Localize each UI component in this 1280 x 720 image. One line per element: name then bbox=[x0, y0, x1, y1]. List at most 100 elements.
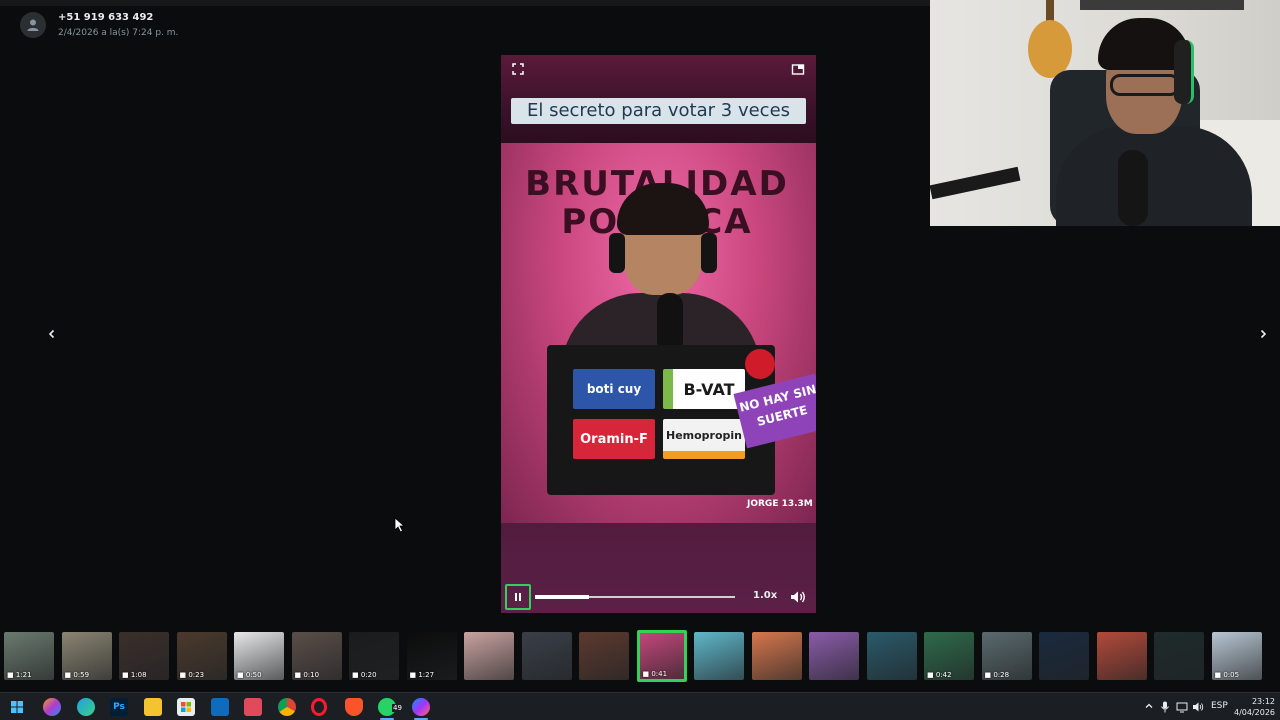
media-thumbnail[interactable] bbox=[464, 632, 514, 680]
next-button[interactable] bbox=[1255, 326, 1271, 342]
start-button[interactable] bbox=[8, 698, 26, 716]
volume-button[interactable] bbox=[789, 589, 807, 605]
media-thumbnail[interactable] bbox=[521, 632, 572, 680]
pause-button[interactable] bbox=[505, 584, 531, 610]
video-controls: 1.0x bbox=[501, 583, 816, 613]
webcam-microphone bbox=[1118, 150, 1148, 226]
media-thumbnail[interactable]: ■ 1:08 bbox=[119, 632, 169, 680]
thumbnail-duration: ■ 0:20 bbox=[352, 671, 377, 679]
language-indicator[interactable]: ESP bbox=[1211, 701, 1228, 711]
thumbnail-duration: ■ 0:10 bbox=[294, 671, 320, 679]
top-divider bbox=[0, 0, 930, 6]
video-headset-left bbox=[609, 233, 625, 273]
thumbnail-duration: ■ 0:41 bbox=[642, 670, 668, 678]
video-watermark: JORGE 13.3M bbox=[747, 499, 813, 509]
volume-icon bbox=[791, 591, 805, 603]
video-microphone bbox=[657, 293, 683, 353]
video-frame: BRUTALIDAD POLITICA boti cuy B-VAT Orami… bbox=[501, 143, 816, 523]
app-icon[interactable] bbox=[244, 698, 262, 716]
network-tray-button[interactable] bbox=[1176, 701, 1188, 716]
volume-tray-button[interactable] bbox=[1192, 701, 1204, 716]
media-thumbnail[interactable]: ■ 0:05 bbox=[1211, 632, 1262, 680]
system-clock[interactable]: 23:12 4/04/2026 bbox=[1234, 696, 1275, 718]
sender-datetime: 2/4/2026 a la(s) 7:24 p. m. bbox=[58, 28, 179, 38]
media-thumbnail[interactable]: ■ 0:23 bbox=[176, 632, 227, 680]
thumbnail-duration: ■ 1:08 bbox=[122, 671, 147, 679]
thumbnail-duration: ■ 0:28 bbox=[984, 671, 1010, 679]
windows-start-icon bbox=[11, 701, 23, 713]
photoshop-icon[interactable]: Ps bbox=[110, 698, 128, 716]
video-headset-right bbox=[701, 233, 717, 273]
thumbnail-duration: ■ 0:50 bbox=[237, 671, 262, 679]
webcam-shelf bbox=[1080, 0, 1244, 10]
chevron-left-icon bbox=[48, 329, 55, 339]
thumbnail-duration: ■ 0:59 bbox=[64, 671, 90, 679]
media-thumbnail[interactable]: ■ 0:20 bbox=[349, 632, 399, 680]
media-thumbnail[interactable] bbox=[694, 632, 744, 680]
clock-date: 4/04/2026 bbox=[1234, 708, 1276, 717]
webcam-guitar bbox=[1028, 20, 1072, 78]
microphone-tray-button[interactable] bbox=[1160, 701, 1170, 716]
media-thumbnail[interactable] bbox=[579, 632, 629, 680]
avatar[interactable] bbox=[20, 12, 46, 38]
seek-bar-progress bbox=[535, 595, 589, 599]
opera-icon[interactable] bbox=[311, 698, 327, 716]
webcam-mic-arm bbox=[930, 166, 1021, 200]
pause-icon bbox=[515, 593, 521, 601]
mouse-cursor bbox=[394, 517, 406, 538]
media-thumbnail[interactable] bbox=[1154, 632, 1204, 680]
person-icon bbox=[27, 19, 39, 31]
media-thumbnail[interactable] bbox=[809, 632, 859, 680]
video-sticker-oramin: Oramin-F bbox=[573, 419, 655, 459]
thumbnail-duration: ■ 1:27 bbox=[409, 671, 435, 679]
chevron-right-icon bbox=[1260, 329, 1267, 339]
video-sticker-boticuy: boti cuy bbox=[573, 369, 655, 409]
network-icon bbox=[1176, 702, 1188, 713]
microphone-icon bbox=[1161, 701, 1169, 713]
sender-name: +51 919 633 492 bbox=[58, 12, 154, 23]
file-explorer-icon[interactable] bbox=[144, 698, 162, 716]
media-thumbnail[interactable]: ■ 0:10 bbox=[291, 632, 342, 680]
thumbnail-duration: ■ 1:21 bbox=[7, 671, 32, 679]
tray-expand-button[interactable] bbox=[1144, 701, 1154, 714]
playback-speed-button[interactable]: 1.0x bbox=[753, 590, 777, 601]
store-bag-icon bbox=[181, 702, 191, 712]
video-player[interactable]: El secreto para votar 3 veces BRUTALIDAD… bbox=[501, 55, 816, 613]
previous-button[interactable] bbox=[44, 326, 60, 342]
media-thumbnail[interactable]: ■ 0:50 bbox=[234, 632, 284, 680]
thumbnail-duration: ■ 0:42 bbox=[927, 671, 952, 679]
video-red-sticker bbox=[745, 349, 775, 379]
copilot-icon[interactable] bbox=[43, 698, 61, 716]
chrome-icon[interactable] bbox=[278, 698, 296, 716]
webcam-headphones bbox=[1174, 40, 1194, 104]
seek-bar[interactable] bbox=[535, 595, 735, 599]
video-sticker-bvat: B-VAT bbox=[663, 369, 745, 409]
media-thumbnail[interactable] bbox=[1039, 632, 1089, 680]
outlook-icon[interactable] bbox=[211, 698, 229, 716]
store-icon[interactable] bbox=[177, 698, 195, 716]
whatsapp-unread-badge: 49 bbox=[392, 704, 403, 712]
media-thumbnail[interactable]: ■ 0:28 bbox=[981, 632, 1032, 680]
media-thumbnail-strip: ■ 1:21 ■ 0:59 ■ 1:08 ■ 0:23 ■ 0:50 ■ 0:10 ■ 0:… bbox=[0, 630, 1280, 684]
media-thumbnail[interactable]: ■ 1:21 bbox=[4, 632, 54, 680]
webcam-overlay bbox=[930, 0, 1280, 226]
media-thumbnail[interactable] bbox=[1096, 632, 1147, 680]
messenger-icon[interactable] bbox=[412, 698, 430, 716]
webcam-person-shirt bbox=[1056, 126, 1252, 226]
video-sticker-hemopropin: Hemopropin bbox=[663, 419, 745, 459]
media-thumbnail[interactable]: ■ 0:41 bbox=[636, 630, 687, 682]
video-caption: El secreto para votar 3 veces bbox=[511, 98, 806, 124]
brave-icon[interactable] bbox=[345, 698, 363, 716]
picture-in-picture-button[interactable] bbox=[791, 62, 805, 76]
fullscreen-button[interactable] bbox=[511, 62, 525, 76]
media-thumbnail[interactable]: ■ 1:27 bbox=[406, 632, 457, 680]
edge-icon[interactable] bbox=[77, 698, 95, 716]
fullscreen-icon bbox=[512, 63, 524, 75]
media-thumbnail[interactable] bbox=[866, 632, 917, 680]
media-thumbnail[interactable] bbox=[751, 632, 802, 680]
thumbnail-duration: ■ 0:05 bbox=[1214, 671, 1240, 679]
media-thumbnail[interactable]: ■ 0:42 bbox=[924, 632, 974, 680]
media-thumbnail[interactable]: ■ 0:59 bbox=[61, 632, 112, 680]
thumbnail-duration: ■ 0:23 bbox=[179, 671, 205, 679]
sender-info: +51 919 633 492 2/4/2026 a la(s) 7:24 p.… bbox=[20, 12, 178, 38]
